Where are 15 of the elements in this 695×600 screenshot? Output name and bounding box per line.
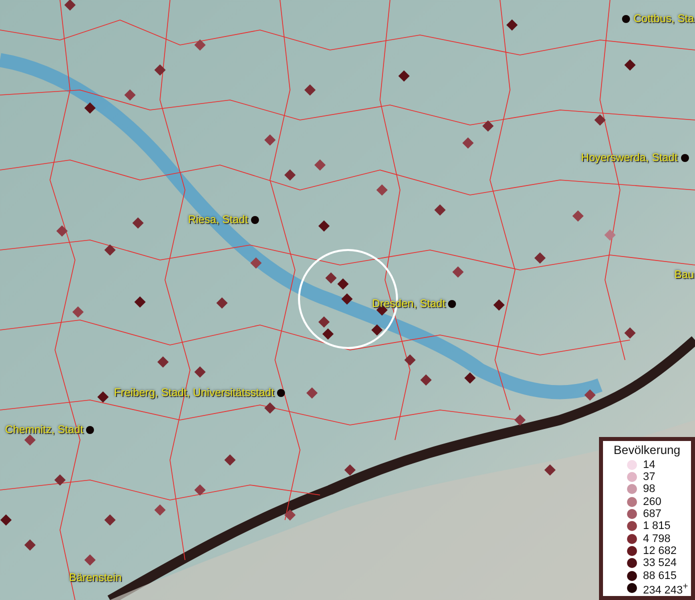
legend-label: 37 (643, 471, 656, 484)
place-label: Cottbus, Sta (633, 12, 694, 26)
legend-label: 234 243$^{+}$ (643, 580, 688, 596)
legend-title: Bevölkerung (612, 442, 682, 458)
legend-label: 687 (643, 508, 662, 520)
legend-label: 4 798 (643, 532, 671, 545)
place-label: Riesa, Stadt (188, 213, 248, 227)
legend-label: 33 524 (643, 557, 677, 570)
place-label: Bau (674, 268, 694, 282)
legend-label: 98 (643, 483, 656, 496)
legend-label: 12 682 (643, 544, 677, 557)
legend-label: 260 (643, 496, 662, 508)
legend-label: 88 615 (643, 570, 677, 582)
legend-label: 1 815 (643, 520, 671, 532)
legend-label: 14 (643, 458, 656, 471)
